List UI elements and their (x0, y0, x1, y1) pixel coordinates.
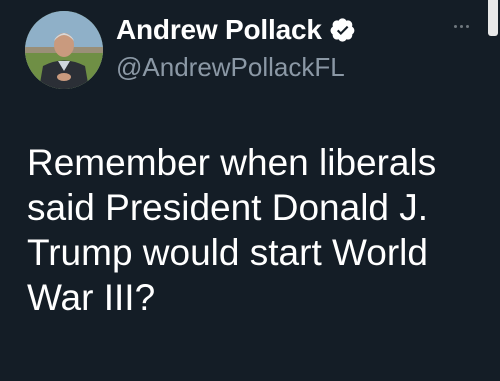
avatar-photo (25, 11, 103, 89)
author-handle[interactable]: @AndrewPollackFL (116, 52, 345, 83)
author-name-row: Andrew Pollack (116, 12, 356, 48)
avatar[interactable] (25, 11, 103, 89)
scrollbar-thumb[interactable] (488, 0, 498, 36)
tweet-card: Andrew Pollack @AndrewPollackFL Remember… (0, 0, 500, 381)
display-name[interactable]: Andrew Pollack (116, 14, 322, 46)
more-dot (465, 24, 469, 28)
more-options-button[interactable] (446, 14, 476, 38)
more-dot (459, 24, 463, 28)
more-horizontal-icon (453, 24, 457, 28)
tweet-text: Remember when liberals said President Do… (27, 142, 437, 318)
verified-badge-icon (330, 17, 356, 43)
